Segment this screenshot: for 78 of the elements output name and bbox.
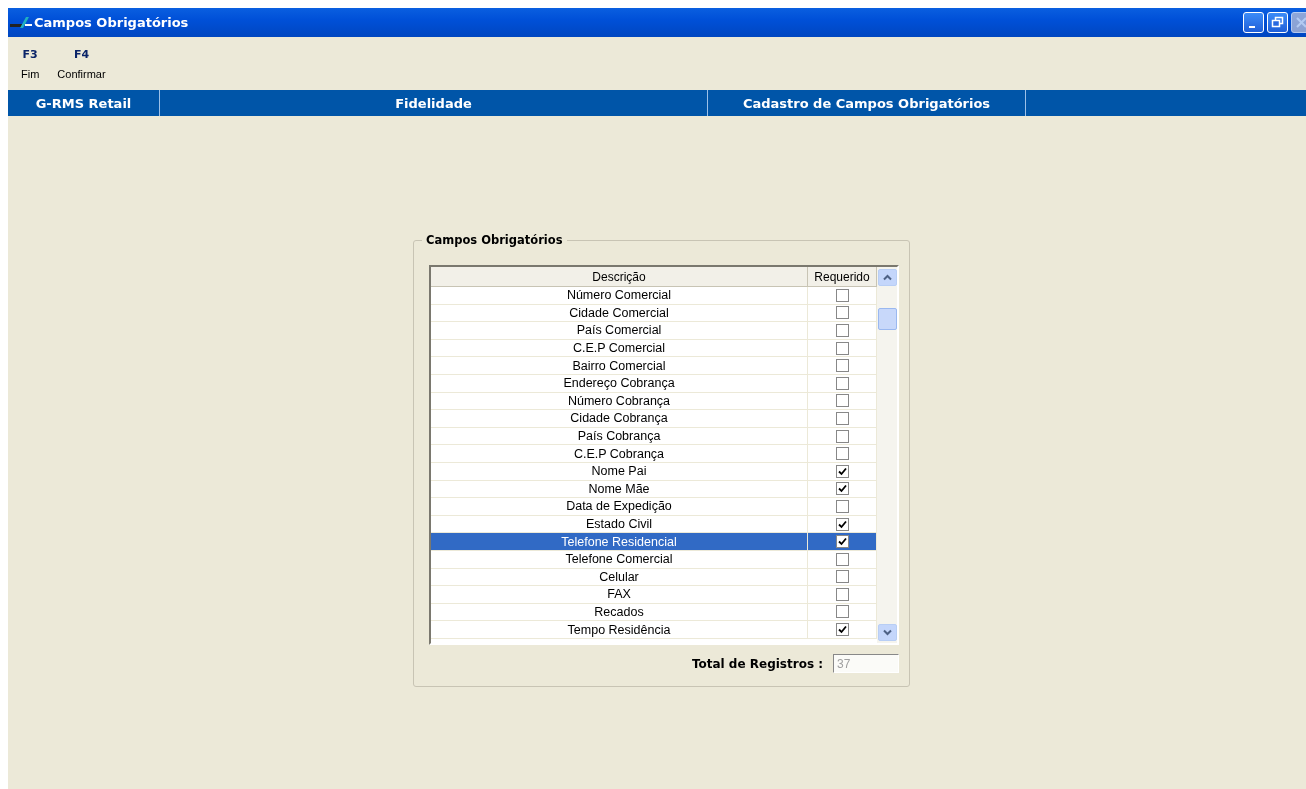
checkbox[interactable]	[835, 394, 849, 408]
column-header[interactable]: Descrição	[431, 267, 808, 286]
scrollbar[interactable]	[877, 267, 897, 643]
table-cell: Nome Pai	[431, 462, 808, 480]
table-row[interactable]: País Comercial	[431, 322, 877, 340]
table-row[interactable]: C.E.P Comercial	[431, 339, 877, 358]
checkbox[interactable]	[835, 517, 849, 531]
table-row[interactable]: Número Comercial	[431, 287, 877, 305]
table-cell: Número Cobrança	[431, 392, 808, 410]
table-cell: País Cobrança	[431, 427, 808, 445]
table-row[interactable]: Telefone Comercial	[431, 550, 877, 569]
header-label: G-RMS Retail	[8, 90, 160, 116]
table-row[interactable]: País Cobrança	[431, 427, 877, 446]
table-cell: Data de Expedição	[431, 498, 808, 515]
table-cell: Recados	[431, 603, 808, 621]
table-row[interactable]: Cidade Cobrança	[431, 410, 877, 428]
checkbox[interactable]	[835, 605, 849, 619]
checkbox[interactable]	[835, 499, 849, 513]
checkbox[interactable]	[835, 288, 849, 302]
checkbox[interactable]	[835, 376, 849, 390]
table-cell: Endereço Cobrança	[431, 374, 808, 392]
table-row[interactable]: Nome Pai	[431, 462, 877, 481]
close-icon	[1295, 16, 1306, 29]
checkbox[interactable]	[835, 306, 849, 320]
total-label: Total de Registros :	[691, 656, 823, 671]
table-cell: País Comercial	[431, 322, 808, 339]
minimize-button[interactable]	[1243, 12, 1264, 33]
checkbox[interactable]	[835, 324, 849, 337]
table-row[interactable]: C.E.P Cobrança	[431, 445, 877, 463]
table-cell: Número Comercial	[431, 287, 808, 304]
table-row[interactable]: Data de Expedição	[431, 498, 877, 516]
table-cell: Nome Mãe	[431, 480, 808, 498]
table-cell: C.E.P Comercial	[431, 339, 808, 357]
table-row[interactable]: Cidade Comercial	[431, 304, 877, 323]
checkbox[interactable]	[835, 482, 849, 496]
checkbox[interactable]	[835, 464, 849, 478]
header-label: Cadastro de Campos Obrigatórios	[708, 90, 1026, 116]
checkbox[interactable]	[835, 429, 849, 443]
table-cell: C.E.P Cobrança	[431, 445, 808, 462]
checkbox[interactable]	[835, 359, 849, 373]
table-cell: Bairro Comercial	[431, 357, 808, 374]
table-row[interactable]: Recados	[431, 603, 877, 622]
window-title: Campos Obrigatórios	[34, 15, 190, 30]
table-cell: Cidade Comercial	[431, 304, 808, 322]
group-title: Campos Obrigatórios	[422, 233, 567, 247]
toolbar-button[interactable]: F4 Confirmar	[54, 37, 109, 90]
table-cell: Estado Civil	[431, 515, 808, 533]
table-row[interactable]: Nome Mãe	[431, 480, 877, 499]
table-cell: FAX	[431, 586, 808, 603]
scroll-up-icon[interactable]	[877, 269, 897, 286]
table-row[interactable]: Tempo Residência	[431, 621, 877, 639]
table-cell: Cidade Cobrança	[431, 410, 808, 427]
checkbox[interactable]	[835, 587, 849, 601]
table-row[interactable]: Número Cobrança	[431, 392, 877, 411]
toolbar-button[interactable]: F3 Fim	[18, 37, 43, 90]
header-label: Fidelidade	[160, 90, 708, 116]
checkbox[interactable]	[835, 341, 849, 355]
table-row[interactable]: Endereço Cobrança	[431, 374, 877, 393]
table-cell: Tempo Residência	[431, 621, 808, 638]
checkbox[interactable]	[835, 570, 849, 584]
checkbox[interactable]	[835, 535, 849, 549]
table-row[interactable]: Telefone Residencial	[431, 533, 877, 551]
restore-button[interactable]	[1267, 12, 1288, 33]
table-row[interactable]: Bairro Comercial	[431, 357, 877, 375]
checkbox[interactable]	[835, 623, 849, 637]
checkbox[interactable]	[835, 552, 849, 566]
table-cell: Celular	[431, 568, 808, 586]
checkbox[interactable]	[835, 447, 849, 461]
scroll-thumb[interactable]	[877, 308, 897, 330]
minimize-icon	[1249, 25, 1255, 28]
table-cell: Telefone Comercial	[431, 550, 808, 568]
restore-icon	[1271, 16, 1284, 29]
table-cell: Telefone Residencial	[431, 533, 808, 550]
app-icon	[10, 15, 34, 30]
checkbox[interactable]	[835, 411, 849, 425]
table-row[interactable]: Celular	[431, 568, 877, 587]
table-row[interactable]: FAX	[431, 586, 877, 604]
scroll-down-icon[interactable]	[878, 624, 897, 641]
